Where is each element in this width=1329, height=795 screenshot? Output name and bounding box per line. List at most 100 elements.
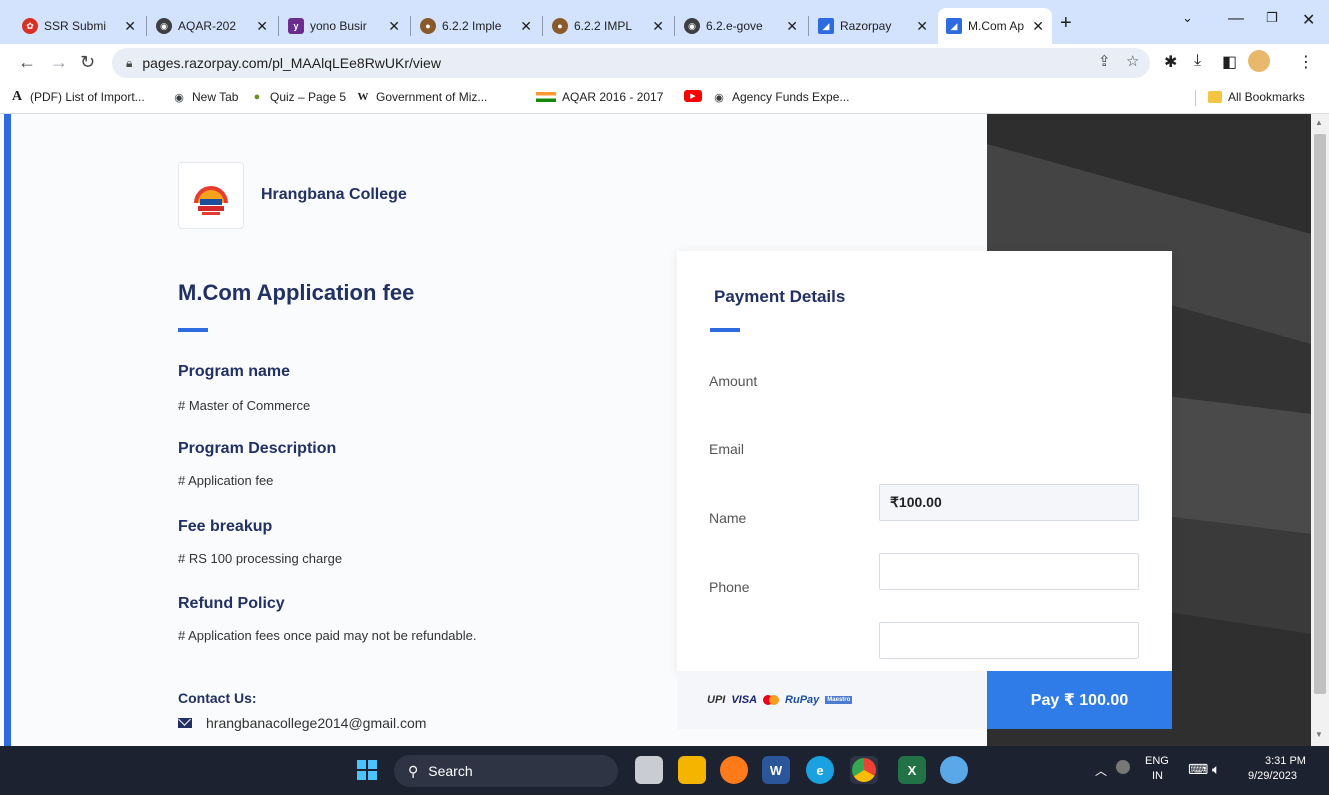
wikipedia-icon: W: [357, 91, 369, 103]
bookmark-item[interactable]: ◉ New Tab: [172, 90, 238, 104]
bookmark-label: AQAR 2016 - 2017: [562, 90, 664, 104]
volume-icon[interactable]: 🔈︎: [1212, 761, 1220, 778]
chrome-icon[interactable]: [850, 756, 878, 784]
address-bar[interactable]: 🔒︎ pages.razorpay.com/pl_MAAlqLEe8RwUKr/…: [112, 48, 1150, 78]
edge-icon[interactable]: e: [806, 756, 834, 784]
excel-icon[interactable]: X: [898, 756, 926, 784]
section-title-program-name: Program name: [178, 363, 291, 380]
search-icon: ⚲: [408, 762, 419, 779]
paint-icon[interactable]: [940, 756, 968, 784]
close-icon[interactable]: ✕: [124, 18, 136, 35]
bookmark-item[interactable]: ▶: [684, 90, 708, 102]
bookmark-star-icon[interactable]: ☆: [1126, 52, 1139, 70]
close-icon[interactable]: ✕: [1032, 18, 1044, 35]
chrome-canary-icon[interactable]: [720, 756, 748, 784]
close-icon[interactable]: ✕: [916, 18, 928, 35]
college-logo: [178, 162, 244, 229]
tab-622-impl[interactable]: ● 6.2.2 IMPL ✕: [544, 8, 672, 44]
bookmark-label: Government of Miz...: [376, 90, 488, 104]
page-scrollbar[interactable]: ▲ ▼: [1311, 114, 1329, 746]
back-icon[interactable]: ←: [18, 52, 36, 73]
india-flag-icon: [536, 92, 556, 102]
restore-button[interactable]: ❐: [1266, 10, 1278, 26]
close-icon[interactable]: ✕: [388, 18, 400, 35]
close-icon[interactable]: ✕: [256, 18, 268, 35]
close-icon[interactable]: ✕: [652, 18, 664, 35]
tab-egove[interactable]: ◉ 6.2.e-gove ✕: [676, 8, 806, 44]
chevron-up-icon[interactable]: ︿: [1095, 762, 1107, 779]
profile-avatar[interactable]: [1248, 50, 1270, 72]
tab-title: Razorpay: [840, 19, 892, 33]
clock-date[interactable]: 9/29/2023: [1248, 770, 1297, 782]
tab-ssr[interactable]: ✿ SSR Submi ✕: [14, 8, 144, 44]
bookmark-label: Agency Funds Expe...: [732, 90, 850, 104]
bookmark-item[interactable]: W Government of Miz...: [356, 90, 488, 104]
extensions-icon[interactable]: ✱: [1164, 52, 1177, 72]
lock-icon[interactable]: 🔒︎: [126, 56, 132, 71]
scroll-thumb[interactable]: [1314, 134, 1326, 694]
quiz-icon: ●: [253, 91, 261, 103]
windows-start-icon[interactable]: [357, 760, 377, 780]
reload-icon[interactable]: ↻: [80, 52, 95, 73]
tab-title: 6.2.e-gove: [706, 19, 763, 33]
payment-title: Payment Details: [714, 287, 846, 306]
menu-icon[interactable]: ⋮: [1298, 52, 1314, 72]
share-icon[interactable]: ⇪: [1098, 52, 1111, 70]
search-label: Search: [428, 763, 473, 779]
tab-title: AQAR-202: [178, 19, 237, 33]
scroll-up-icon[interactable]: ▲: [1315, 118, 1323, 127]
section-title-refund-policy: Refund Policy: [178, 595, 285, 612]
close-icon[interactable]: ✕: [520, 18, 532, 35]
email-field[interactable]: [879, 553, 1139, 590]
display-icon[interactable]: ⌨: [1188, 761, 1208, 778]
amount-field: ₹100.00: [879, 484, 1139, 521]
tab-aqar[interactable]: ◉ AQAR-202 ✕: [148, 8, 276, 44]
bookmark-item[interactable]: ◉ Agency Funds Expe...: [712, 90, 849, 104]
pay-button[interactable]: Pay ₹ 100.00: [987, 671, 1172, 729]
bookmark-label: (PDF) List of Import...: [30, 90, 145, 104]
download-icon[interactable]: ⤓: [1194, 52, 1201, 70]
section-text-program-name: # Master of Commerce: [178, 398, 311, 413]
bookmark-item[interactable]: AQAR 2016 - 2017: [536, 90, 663, 104]
tab-search-icon[interactable]: ⌄: [1182, 10, 1193, 26]
all-bookmarks[interactable]: All Bookmarks: [1208, 90, 1305, 104]
bookmark-label: New Tab: [192, 90, 239, 104]
contact-email-row[interactable]: hrangbanacollege2014@gmail.com: [178, 715, 426, 731]
yono-icon: y: [288, 18, 304, 34]
tab-622-imple[interactable]: ● 6.2.2 Imple ✕: [412, 8, 540, 44]
task-view-icon[interactable]: [635, 756, 663, 784]
razorpay-icon: ◢: [818, 18, 834, 34]
visa-logo: VISA: [731, 694, 758, 706]
contact-title: Contact Us:: [178, 690, 257, 706]
taskbar-search[interactable]: ⚲ Search: [394, 755, 618, 787]
file-explorer-icon[interactable]: [678, 756, 706, 784]
bookmark-item[interactable]: A (PDF) List of Import...: [10, 89, 145, 104]
network-icon[interactable]: [1116, 760, 1130, 774]
clock-time[interactable]: 3:31 PM: [1265, 755, 1306, 767]
amount-value: ₹100.00: [890, 494, 942, 510]
url-text[interactable]: pages.razorpay.com/pl_MAAlqLEe8RwUKr/vie…: [142, 55, 441, 71]
scroll-down-icon[interactable]: ▼: [1315, 730, 1323, 739]
contact-email[interactable]: hrangbanacollege2014@gmail.com: [206, 715, 426, 731]
name-field[interactable]: [879, 622, 1139, 659]
windows-taskbar: ⚲ Search W e X ︿ ENG IN ⌨ 🔈︎ 3:31 PM 9/2…: [0, 746, 1329, 795]
razorpay-page: Hrangbana College M.Com Application fee …: [0, 114, 1311, 746]
a-letter-icon: A: [11, 89, 23, 104]
word-icon[interactable]: W: [762, 756, 790, 784]
tab-title: M.Com Ap: [968, 19, 1025, 33]
close-window-button[interactable]: ✕: [1302, 10, 1315, 30]
bookmark-item[interactable]: ● Quiz – Page 5: [250, 90, 346, 104]
tab-mcom-active[interactable]: ◢ M.Com Ap ✕: [938, 8, 1052, 44]
doc-icon: ●: [420, 18, 436, 34]
section-text-refund-policy: # Application fees once paid may not be …: [178, 628, 477, 643]
tab-yono[interactable]: y yono Busir ✕: [280, 8, 408, 44]
tab-razorpay[interactable]: ◢ Razorpay ✕: [810, 8, 936, 44]
language-indicator[interactable]: ENG: [1145, 755, 1169, 767]
close-icon[interactable]: ✕: [786, 18, 798, 35]
youtube-icon: ▶: [684, 90, 702, 102]
side-panel-icon[interactable]: ◧: [1222, 52, 1237, 72]
minimize-button[interactable]: —: [1228, 10, 1244, 28]
forward-icon[interactable]: →: [50, 52, 68, 73]
new-tab-button[interactable]: +: [1060, 12, 1072, 35]
payment-card: Payment Details Amount ₹100.00 Email Nam…: [677, 251, 1172, 728]
